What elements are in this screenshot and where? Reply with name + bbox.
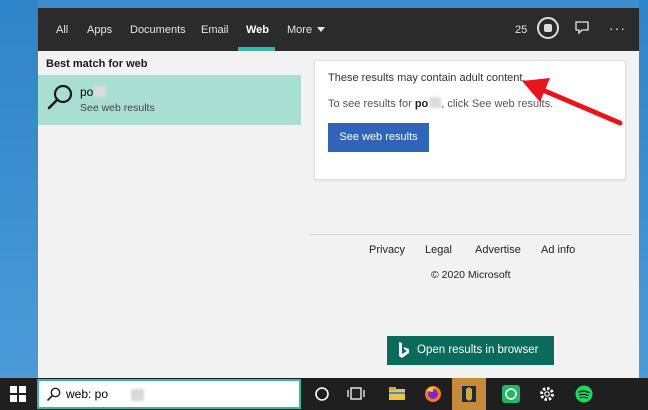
chevron-down-icon	[317, 27, 326, 32]
tab-web[interactable]: Web	[246, 8, 269, 51]
results-list: Best match for web po See web results	[38, 51, 301, 378]
firefox-icon	[425, 386, 441, 402]
cortana-button[interactable]	[305, 378, 339, 410]
instruction-prefix: To see results for	[328, 98, 415, 110]
instruction-query: po	[414, 98, 429, 110]
task-view-icon	[347, 387, 365, 400]
open-results-in-browser-button[interactable]: Open results in browser	[387, 336, 554, 365]
taskbar-search-box[interactable]	[37, 379, 301, 409]
desktop-background	[0, 0, 38, 378]
tab-all[interactable]: All	[56, 8, 68, 51]
desktop-background-right	[639, 0, 648, 378]
settings-button[interactable]	[530, 378, 564, 410]
blurred-text	[94, 86, 107, 97]
search-tabs-bar: All Apps Documents Email Web More 25 ···	[38, 8, 639, 51]
result-title-text: po	[80, 85, 94, 99]
best-match-heading: Best match for web	[46, 58, 148, 70]
spotify-icon	[575, 385, 593, 403]
more-options-icon[interactable]: ···	[609, 8, 626, 51]
search-icon	[47, 387, 61, 401]
feedback-icon[interactable]	[574, 20, 590, 36]
tab-documents[interactable]: Documents	[130, 8, 186, 51]
app-icon	[462, 386, 476, 402]
open-results-label: Open results in browser	[417, 344, 539, 356]
file-explorer-icon	[389, 387, 405, 400]
active-app-button[interactable]	[452, 378, 486, 410]
task-view-button[interactable]	[339, 378, 373, 410]
best-match-result[interactable]: po See web results	[38, 75, 301, 125]
rewards-points: 25	[515, 24, 528, 36]
adult-content-warning: These results may contain adult content.	[328, 72, 526, 84]
tab-more-label: More	[287, 24, 313, 36]
spotify-button[interactable]	[567, 378, 601, 410]
taskbar	[0, 378, 648, 410]
tab-email[interactable]: Email	[201, 8, 229, 51]
tab-apps[interactable]: Apps	[87, 8, 112, 51]
web-search-icon	[47, 84, 73, 110]
blurred-text	[429, 97, 442, 108]
tab-more[interactable]: More	[287, 8, 326, 51]
blurred-text	[131, 389, 144, 401]
cortana-icon	[315, 387, 329, 401]
search-panel: All Apps Documents Email Web More 25 ···…	[38, 8, 639, 378]
red-annotation-arrow	[522, 78, 623, 126]
footer-divider	[310, 234, 632, 235]
bing-icon	[399, 342, 409, 358]
search-input[interactable]	[66, 384, 266, 404]
settings-icon	[540, 387, 554, 401]
result-title: po	[80, 85, 107, 99]
ad-info-link[interactable]: Ad info	[541, 244, 575, 256]
whatsapp-button[interactable]	[494, 378, 528, 410]
firefox-button[interactable]	[416, 378, 450, 410]
file-explorer-button[interactable]	[380, 378, 414, 410]
advertise-link[interactable]: Advertise	[475, 244, 521, 256]
copyright-text: © 2020 Microsoft	[431, 269, 511, 281]
rewards-badge-icon[interactable]	[537, 17, 559, 39]
windows-icon[interactable]	[10, 386, 26, 402]
privacy-link[interactable]: Privacy	[369, 244, 405, 256]
see-web-results-button[interactable]: See web results	[328, 123, 429, 152]
result-subtitle: See web results	[80, 102, 155, 114]
legal-link[interactable]: Legal	[425, 244, 452, 256]
whatsapp-icon	[502, 385, 520, 403]
